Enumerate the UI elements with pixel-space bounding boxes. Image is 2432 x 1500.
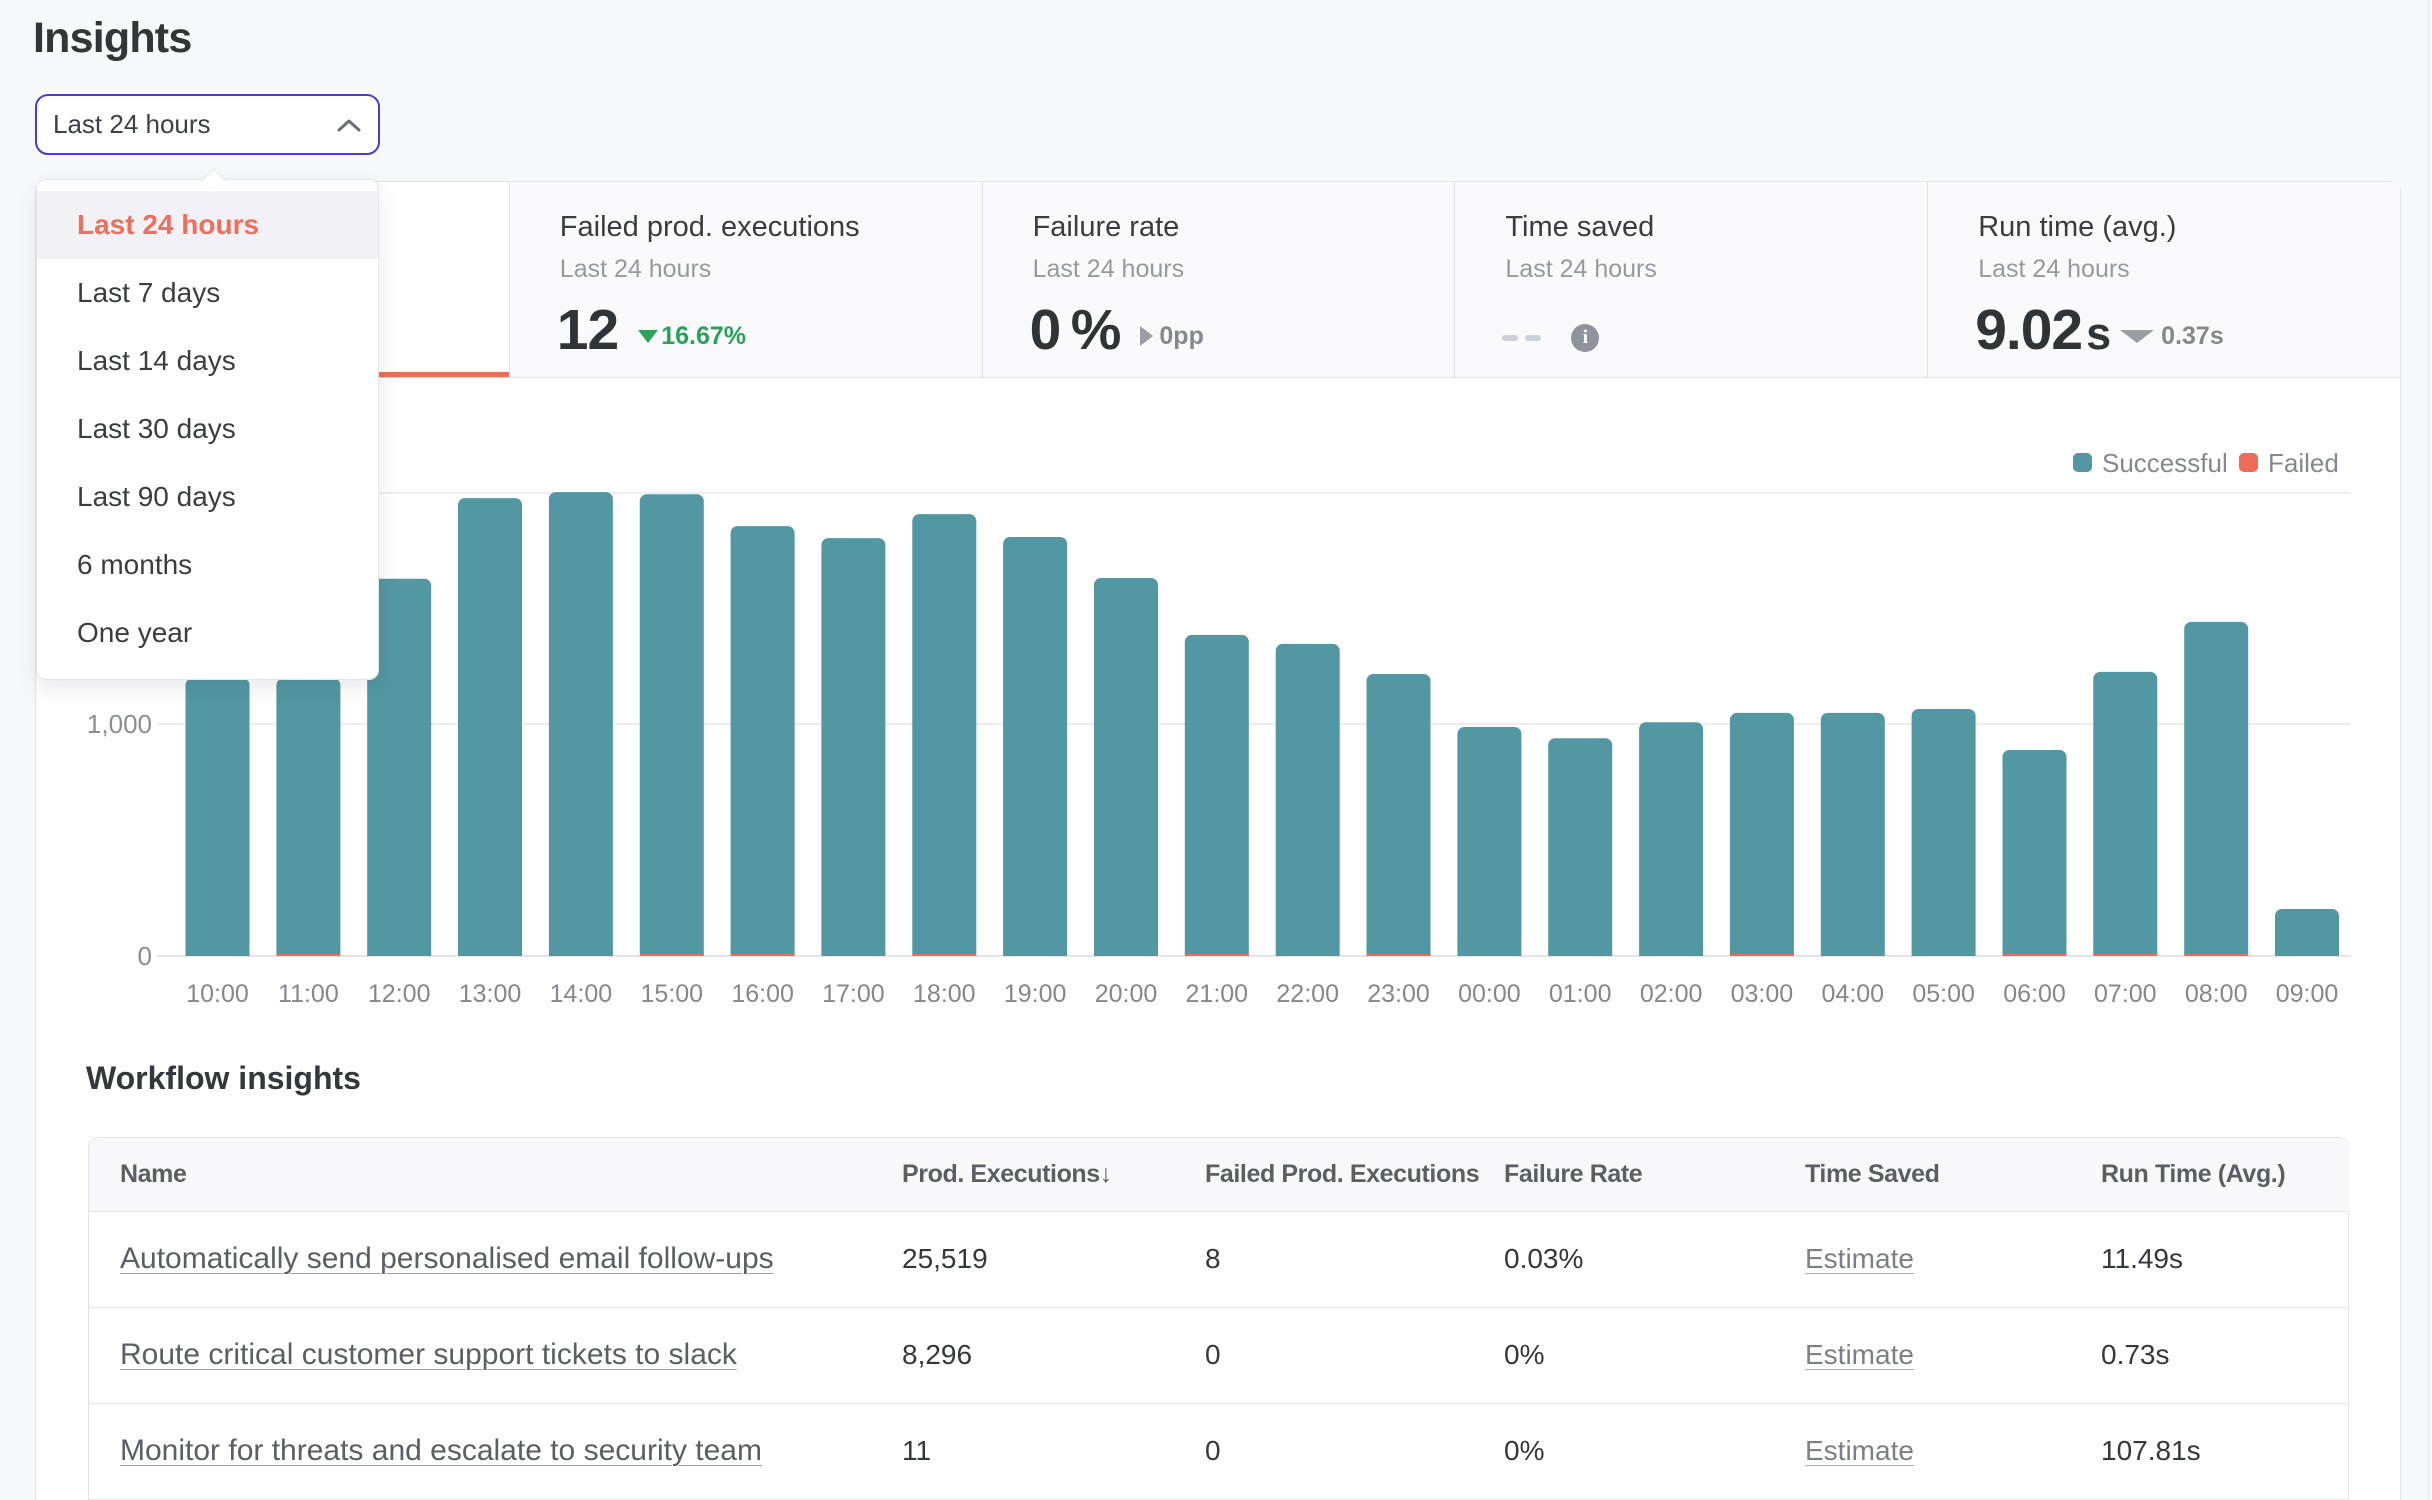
- svg-text:12:00: 12:00: [368, 980, 431, 1008]
- svg-text:20:00: 20:00: [1095, 980, 1158, 1008]
- svg-text:03:00: 03:00: [1731, 980, 1794, 1008]
- svg-text:15:00: 15:00: [641, 980, 704, 1008]
- svg-text:Successful: Successful: [2102, 448, 2228, 478]
- svg-text:18:00: 18:00: [913, 980, 976, 1008]
- svg-text:14:00: 14:00: [550, 980, 613, 1008]
- svg-text:02:00: 02:00: [1640, 980, 1703, 1008]
- svg-text:Failed: Failed: [2268, 448, 2339, 478]
- svg-text:19:00: 19:00: [1004, 980, 1067, 1008]
- svg-text:11:00: 11:00: [278, 980, 339, 1008]
- svg-text:05:00: 05:00: [1912, 980, 1975, 1008]
- svg-text:21:00: 21:00: [1186, 980, 1249, 1008]
- svg-text:13:00: 13:00: [459, 980, 522, 1008]
- svg-text:09:00: 09:00: [2276, 980, 2339, 1008]
- svg-text:07:00: 07:00: [2094, 980, 2157, 1008]
- svg-text:0: 0: [138, 941, 152, 971]
- svg-text:16:00: 16:00: [731, 980, 794, 1008]
- svg-text:22:00: 22:00: [1276, 980, 1339, 1008]
- svg-text:00:00: 00:00: [1458, 980, 1521, 1008]
- svg-text:23:00: 23:00: [1367, 980, 1430, 1008]
- svg-text:1,000: 1,000: [87, 709, 152, 739]
- svg-text:10:00: 10:00: [186, 980, 249, 1008]
- svg-text:06:00: 06:00: [2003, 980, 2066, 1008]
- svg-text:17:00: 17:00: [822, 980, 885, 1008]
- svg-text:08:00: 08:00: [2185, 980, 2248, 1008]
- svg-text:04:00: 04:00: [1822, 980, 1885, 1008]
- svg-text:01:00: 01:00: [1549, 980, 1612, 1008]
